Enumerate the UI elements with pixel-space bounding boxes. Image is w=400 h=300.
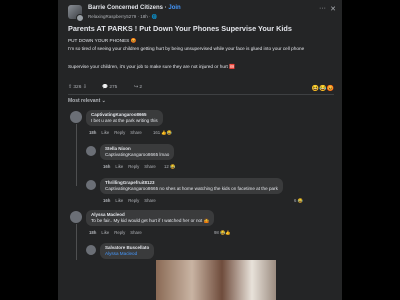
comment-text: I bet u are at the park writing this [91,118,158,123]
share-button[interactable]: ↪ 2 [134,85,142,90]
avatar[interactable] [86,146,96,156]
comment-time: 18h [89,130,97,135]
avatar[interactable] [70,211,82,223]
group-name[interactable]: Barrie Concerned Citizens [88,5,163,11]
thread-line [76,124,77,186]
like-link[interactable]: Like [101,230,109,235]
comment-time: 16h [103,164,111,169]
thread-line [76,224,77,260]
post-action-bar: ⇧ 326 ⇩ 💬 275 ↪ 2 😆😂😡 [68,84,334,94]
avatar[interactable] [86,180,96,190]
comment-reactions[interactable]: 6 😂 [294,198,303,204]
comment-text: To be fair.. My kid would get hurt if I … [91,218,210,223]
author-meta[interactable]: RelaxingRaspberry5279 · 18h · 🌐 [88,14,157,20]
comment-text: CaptivatingKangaroo8665 no shes at home … [105,186,278,191]
avatar[interactable] [86,245,96,255]
comment-actions: 16h Like Reply Share [103,198,161,203]
reply-link[interactable]: Reply [114,230,125,235]
share-link[interactable]: Share [130,230,141,235]
sort-dropdown[interactable]: Most relevant ⌄ [68,98,106,104]
comment-photo[interactable] [156,260,276,300]
group-name-line: Barrie Concerned Citizens · Join [88,5,181,11]
more-options-icon[interactable]: ··· [319,5,326,12]
comment-bubble: ThrillingGrapefruit8123 CaptivatingKanga… [100,178,283,194]
comment-actions: 18h Like Reply Share [89,130,147,135]
post-body-line: Supervise your children, it's your job t… [68,64,235,69]
comment-reactions[interactable]: 12 😂 [164,164,175,170]
reply-link[interactable]: Reply [114,130,125,135]
comment-button[interactable]: 💬 275 [102,85,117,90]
comment-actions: 18h Like Reply Share [89,230,147,235]
comment-actions: 16h Like Reply Share [103,164,161,169]
upvote-button[interactable]: ⇧ 326 ⇩ [68,85,87,90]
reply-link[interactable]: Reply [128,164,139,169]
like-link[interactable]: Like [101,130,109,135]
share-link[interactable]: Share [144,164,155,169]
mention-link[interactable]: Alyssa Macleod [105,251,137,256]
join-link[interactable]: Join [168,5,180,11]
comment-text: CaptivatingKangaroo8665 lmao [105,152,170,157]
post-title: Parents AT PARKS ! Put Down Your Phones … [68,24,292,33]
comment-time: 18h [89,230,97,235]
post-header: Barrie Concerned Citizens · Join Relaxin… [64,4,336,22]
share-link[interactable]: Share [144,198,155,203]
comment-bubble: Alyssa Macleod To be fair.. My kid would… [86,210,215,226]
share-link[interactable]: Share [130,130,141,135]
divider [68,94,334,95]
like-link[interactable]: Like [115,198,123,203]
comment-time: 16h [103,198,111,203]
post-body-line: PUT DOWN YOUR PHONES 😡 [68,38,137,43]
comment-bubble: Stella Nixon CaptivatingKangaroo8665 lma… [100,144,175,160]
like-link[interactable]: Like [115,164,123,169]
avatar[interactable] [70,111,82,123]
close-icon[interactable]: ✕ [330,5,336,13]
reply-link[interactable]: Reply [128,198,139,203]
reaction-emojis[interactable]: 😆😂😡 [312,85,334,92]
comment-reactions[interactable]: 161 👍😂 [153,130,172,136]
post-card: Barrie Concerned Citizens · Join Relaxin… [58,0,342,300]
comment-bubble: Salvatore Buscellato Alyssa Macleod [100,243,155,259]
author-avatar[interactable] [76,14,84,22]
comment-reactions[interactable]: 98 😂👍 [214,230,231,236]
post-body-line: I'm so tired of seeing your children get… [68,46,305,51]
comment-bubble: CaptivatingKangaroo8665 I bet u are at t… [86,110,163,126]
